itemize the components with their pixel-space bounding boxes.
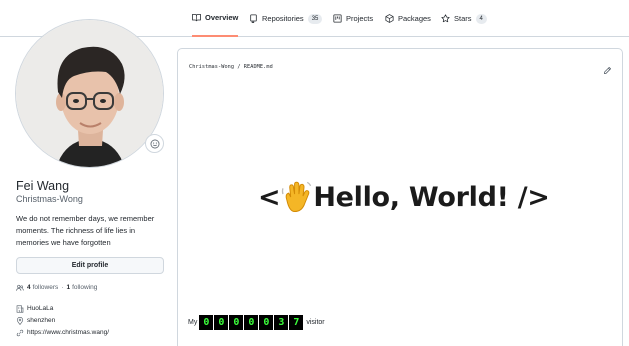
- tab-stars[interactable]: Stars 4: [441, 0, 487, 37]
- counter-digit: 0: [199, 315, 214, 330]
- pencil-icon: [604, 67, 611, 74]
- tab-projects-label: Projects: [346, 14, 374, 23]
- visitor-counter: My 0 0 0 0 0 3 7 visitor: [188, 315, 325, 330]
- package-icon: [385, 14, 394, 23]
- website-link[interactable]: https://www.christmas.wang/: [27, 328, 109, 337]
- follow-separator: ·: [61, 284, 64, 291]
- edit-readme-button[interactable]: [603, 62, 612, 74]
- heading-text: Hello, World! />: [313, 181, 550, 213]
- counter-digit: 0: [229, 315, 244, 330]
- counter-suffix: visitor: [306, 319, 325, 326]
- link-icon: [16, 329, 24, 336]
- readme-path[interactable]: Christmas-Wong / README.md: [189, 64, 273, 70]
- counter-prefix: My: [188, 319, 198, 326]
- tab-packages[interactable]: Packages: [385, 0, 431, 37]
- vcard-website: https://www.christmas.wang/: [16, 328, 109, 337]
- location-icon: [16, 316, 24, 325]
- avatar-container: [15, 19, 164, 168]
- counter-digit: 0: [259, 315, 274, 330]
- profile-bio: We do not remember days, we remember mom…: [16, 214, 155, 247]
- readme-card: Christmas-Wong / README.md < Hello, Worl…: [177, 48, 623, 346]
- following-count: 1: [66, 284, 71, 291]
- organization-icon: [16, 304, 24, 313]
- tab-repositories[interactable]: Repositories 35: [249, 0, 323, 37]
- followers-link[interactable]: 4 followers: [27, 283, 58, 292]
- people-icon: [16, 284, 24, 291]
- following-label: following: [72, 284, 98, 291]
- repo-icon: [249, 14, 258, 23]
- tab-projects[interactable]: Projects: [333, 0, 373, 37]
- company-name: HuoLaLa: [27, 305, 54, 312]
- star-icon: [441, 14, 450, 23]
- counter-digit: 3: [274, 315, 289, 330]
- project-icon: [333, 14, 342, 23]
- counter-digit: 0: [244, 315, 259, 330]
- counter-digit: 7: [289, 315, 304, 330]
- tab-repositories-label: Repositories: [262, 14, 304, 23]
- smiley-icon: [150, 139, 159, 148]
- tab-packages-label: Packages: [398, 14, 431, 23]
- waving-hand-icon: [282, 181, 312, 213]
- location-text: shenzhen: [27, 317, 56, 324]
- book-icon: [192, 13, 201, 22]
- set-status-button[interactable]: [145, 134, 164, 153]
- vcard-location: shenzhen: [16, 316, 55, 325]
- edit-profile-button[interactable]: Edit profile: [16, 257, 164, 274]
- stars-count-badge: 4: [475, 13, 487, 24]
- heading-open-bracket: <: [258, 181, 281, 213]
- avatar[interactable]: [15, 19, 164, 168]
- tab-overview[interactable]: Overview: [192, 0, 239, 37]
- counter-digits: 0 0 0 0 0 3 7: [199, 315, 304, 330]
- vcard-company: HuoLaLa: [16, 304, 53, 313]
- readme-heading: < Hello, World! />: [258, 177, 550, 217]
- profile-username: Christmas-Wong: [16, 194, 83, 204]
- counter-digit: 0: [214, 315, 229, 330]
- followers-label: followers: [32, 284, 59, 291]
- profile-full-name: Fei Wang: [16, 179, 70, 193]
- repositories-count-badge: 35: [307, 13, 323, 24]
- follow-stats: 4 followers · 1 following: [16, 283, 97, 292]
- tab-stars-label: Stars: [454, 14, 472, 23]
- followers-count: 4: [27, 284, 31, 291]
- following-link[interactable]: 1 following: [66, 283, 97, 292]
- tab-overview-label: Overview: [205, 13, 239, 22]
